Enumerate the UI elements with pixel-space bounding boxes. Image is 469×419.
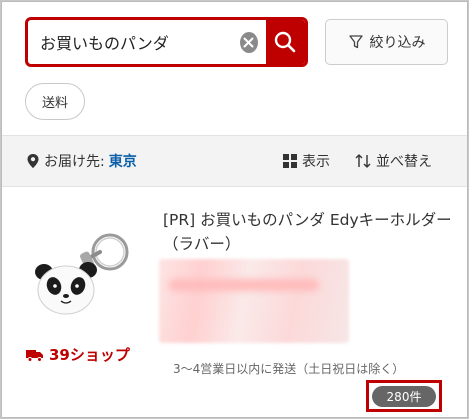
filter-label: 絞り込み [369,35,426,51]
count-highlight: 280件 [366,380,442,412]
truck-icon [26,349,43,362]
shop-logo[interactable]: 39ショップ [26,344,130,365]
chip-shipping[interactable]: 送料 [25,83,85,120]
sort-arrows-icon [355,154,371,168]
blurred-price-area [159,259,349,343]
sort-label: 並べ替え [376,154,432,170]
search-icon [275,31,296,53]
clear-icon [243,37,254,47]
results-toolbar: お届け先: 東京 表示 並べ替え [2,135,467,187]
shop-name: 39ショップ [49,346,130,364]
view-toggle-button[interactable]: 表示 [283,151,330,171]
filter-icon [348,35,363,49]
search-input[interactable] [28,20,240,64]
grid-view-icon [283,154,297,168]
clear-search-button[interactable] [240,31,258,53]
sort-button[interactable]: 並べ替え [355,151,432,171]
location-pin-icon [27,154,39,168]
delivery-city: 東京 [108,154,137,170]
result-count-badge[interactable]: 280件 [372,385,436,407]
search-button[interactable] [265,20,305,64]
filter-button[interactable]: 絞り込み [325,19,448,65]
delivery-prefix: お届け先: [44,154,105,170]
product-image[interactable] [26,230,136,322]
panda-keychain-image [35,233,129,315]
delivery-location[interactable]: お届け先: 東京 [26,151,137,171]
product-title[interactable]: [PR] お買いものパンダ Edyキーホルダー（ラバー） [163,208,453,256]
app-frame: 絞り込み 送料 お届け先: 東京 表示 並べ替え [1,1,468,418]
search-box [25,17,308,67]
shipping-info: 3～4営業日以内に発送（土日祝日は除く） [173,362,405,376]
view-label: 表示 [302,154,330,170]
chip-label: 送料 [41,96,68,111]
